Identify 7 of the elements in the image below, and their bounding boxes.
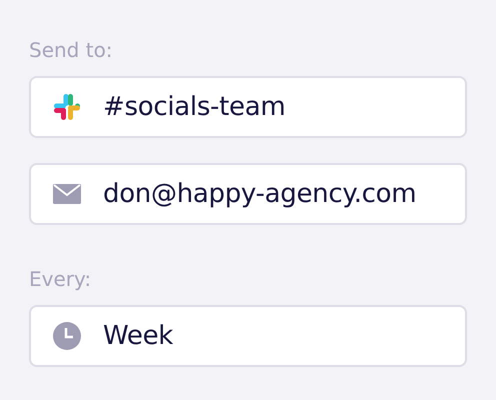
select-field[interactable]: Week [29, 305, 467, 367]
field-label: Send to: [29, 37, 114, 64]
select-field[interactable]: don@happy-agency.com [29, 163, 467, 225]
envelope-icon [53, 184, 81, 204]
field-label: Every: [29, 266, 92, 293]
clock-icon [53, 322, 81, 350]
select-field[interactable]: #socials-team [29, 76, 467, 138]
